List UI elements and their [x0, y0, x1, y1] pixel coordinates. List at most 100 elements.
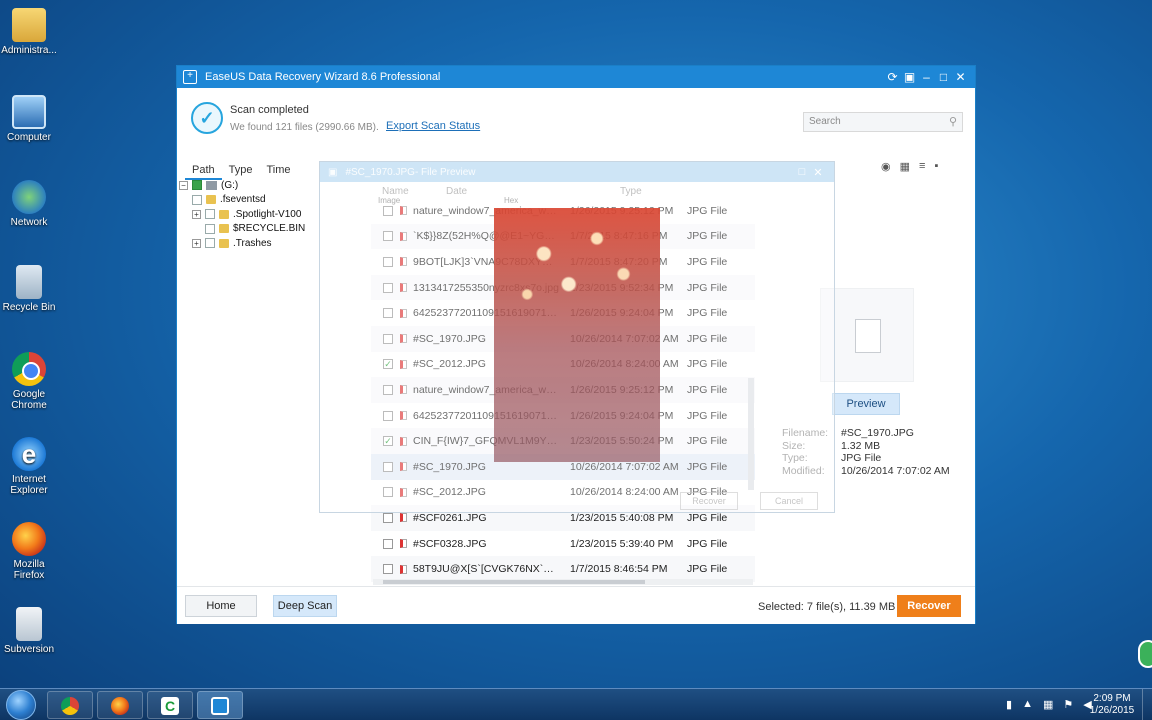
file-checkbox[interactable] [383, 564, 393, 575]
folder-icon [219, 209, 229, 219]
action-center-icon[interactable]: ⚑ [1063, 698, 1073, 711]
expand-icon[interactable]: + [192, 209, 201, 219]
taskbar-easeus[interactable] [197, 691, 243, 719]
desktop-icon-chrome[interactable]: Google Chrome [0, 352, 58, 411]
list-view-icon[interactable]: ≡ [919, 160, 925, 173]
desktop-icon-label: Administra... [1, 45, 57, 56]
folder-icon [12, 8, 46, 42]
restore-small-icon[interactable]: ▣ [901, 70, 918, 84]
file-type: JPG File [687, 537, 728, 550]
system-tray: ▮ ▲ ▦ ⚑ ◀ [1006, 698, 1092, 711]
file-name: 58T9JU@X[S`[CVGK76NX`Q.j... [413, 563, 560, 576]
subversion-icon [16, 607, 42, 641]
tree-checkbox[interactable] [192, 180, 202, 191]
tab-image[interactable]: Image [378, 196, 400, 205]
desktop-icon-label: Recycle Bin [2, 302, 56, 313]
desktop-icon-subversion[interactable]: Subversion [0, 607, 58, 655]
show-desktop-button[interactable] [1142, 689, 1152, 720]
selection-summary: Selected: 7 file(s), 11.39 MB [758, 601, 896, 613]
column-header-date[interactable]: Date [446, 186, 620, 197]
home-button[interactable]: Home [185, 595, 257, 617]
desktop-icon-computer[interactable]: Computer [0, 95, 58, 143]
tree-checkbox[interactable] [205, 238, 215, 249]
taskbar-firefox[interactable] [97, 691, 143, 719]
battery-icon[interactable]: ▮ [1006, 698, 1012, 711]
tree-item-label: $RECYCLE.BIN [233, 223, 306, 235]
column-header-type[interactable]: Type [620, 186, 642, 197]
jpg-file-icon [400, 539, 407, 549]
chrome-icon [12, 352, 46, 386]
preview-image [494, 208, 660, 462]
file-preview-dialog: ▣ #SC_1970.JPG- File Preview □ ✕ Name Da… [319, 161, 835, 513]
view-mode-icons: ◉ ▦ ≡ ▪ [881, 160, 938, 173]
desktop-icon-label: Internet Explorer [10, 474, 48, 496]
clock-date: 1/26/2015 [1089, 705, 1135, 716]
taskbar-chrome[interactable] [47, 691, 93, 719]
desktop-icon-internet-explorer[interactable]: e Internet Explorer [0, 437, 58, 496]
tree-checkbox[interactable] [205, 223, 215, 234]
preview-footer: Recover Cancel [680, 492, 818, 510]
check-icon: ✓ [191, 102, 223, 134]
preview-cancel-button[interactable]: Cancel [760, 492, 818, 510]
document-icon [855, 319, 881, 353]
detail-view-icon[interactable]: ▪ [934, 160, 938, 173]
tab-hex[interactable]: Hex [504, 196, 518, 205]
app-icon: + [183, 70, 197, 84]
scroll-thumb[interactable] [383, 580, 645, 584]
preview-title-bar: ▣ #SC_1970.JPG- File Preview □ ✕ [320, 162, 834, 182]
search-icon[interactable]: ⚲ [949, 115, 957, 128]
collapse-icon[interactable]: − [179, 180, 188, 190]
file-date: 1/7/2015 8:46:54 PM [570, 563, 668, 576]
file-date: 1/23/2015 5:39:40 PM [570, 537, 674, 550]
tree-checkbox[interactable] [205, 209, 215, 220]
desktop-icon-administrator[interactable]: Administra... [0, 8, 58, 56]
file-checkbox[interactable] [383, 512, 393, 523]
network-tray-icon[interactable]: ▦ [1043, 698, 1053, 711]
info-value: 10/26/2014 7:07:02 AM [841, 464, 950, 477]
jpg-file-icon [400, 564, 407, 574]
update-icon[interactable]: ⟳ [884, 70, 901, 84]
scan-status-title: Scan completed [230, 104, 309, 116]
maximize-button[interactable]: □ [935, 70, 952, 84]
deep-scan-button[interactable]: Deep Scan [273, 595, 337, 617]
preview-recover-button[interactable]: Recover [680, 492, 738, 510]
recover-button[interactable]: Recover [897, 595, 961, 617]
desktop-icon-label: Network [10, 217, 48, 228]
desktop-icon-label: Google Chrome [11, 389, 47, 411]
clock[interactable]: 2:09 PM 1/26/2015 [1088, 693, 1136, 717]
info-value: #SC_1970.JPG [841, 427, 914, 439]
file-checkbox[interactable] [383, 538, 393, 549]
desktop-icon-firefox[interactable]: Mozilla Firefox [0, 522, 58, 581]
info-value: 1.32 MB [841, 439, 881, 452]
tree-checkbox[interactable] [192, 194, 202, 205]
close-button[interactable]: ✕ [952, 70, 969, 84]
search-placeholder: Search [809, 116, 841, 127]
scan-summary: We found 121 files (2990.66 MB). [230, 122, 379, 133]
close-button[interactable]: ✕ [810, 166, 826, 179]
table-row[interactable]: #SCF0328.JPG 1/23/2015 5:39:40 PM JPG Fi… [371, 531, 755, 557]
grid-view-icon[interactable]: ▦ [900, 160, 910, 173]
minimize-button[interactable]: – [918, 70, 935, 84]
taskbar-camtasia[interactable]: C [147, 691, 193, 719]
eye-icon[interactable]: ◉ [881, 160, 891, 173]
tree-item-label: .Spotlight-V100 [233, 208, 302, 220]
export-scan-status-link[interactable]: Export Scan Status [386, 120, 480, 132]
side-notification-icon[interactable] [1138, 640, 1152, 668]
preview-button[interactable]: Preview [832, 393, 900, 415]
tree-item-label: .fseventsd [220, 194, 266, 206]
file-name: #SCF0328.JPG [413, 537, 487, 550]
easeus-window: + EaseUS Data Recovery Wizard 8.6 Profes… [176, 65, 976, 624]
desktop-icon-recycle-bin[interactable]: Recycle Bin [0, 265, 58, 313]
clock-time: 2:09 PM [1093, 693, 1131, 704]
camtasia-icon: C [161, 697, 179, 715]
horizontal-scrollbar[interactable] [373, 579, 753, 585]
expand-icon[interactable]: + [192, 238, 201, 248]
chrome-icon [61, 697, 79, 715]
show-hidden-icons[interactable]: ▲ [1022, 698, 1033, 711]
search-input[interactable]: Search ⚲ [803, 112, 963, 132]
desktop-icon-network[interactable]: Network [0, 180, 58, 228]
maximize-button[interactable]: □ [794, 166, 810, 178]
firefox-icon [111, 697, 129, 715]
start-button[interactable] [6, 690, 36, 720]
folder-icon [206, 195, 216, 205]
